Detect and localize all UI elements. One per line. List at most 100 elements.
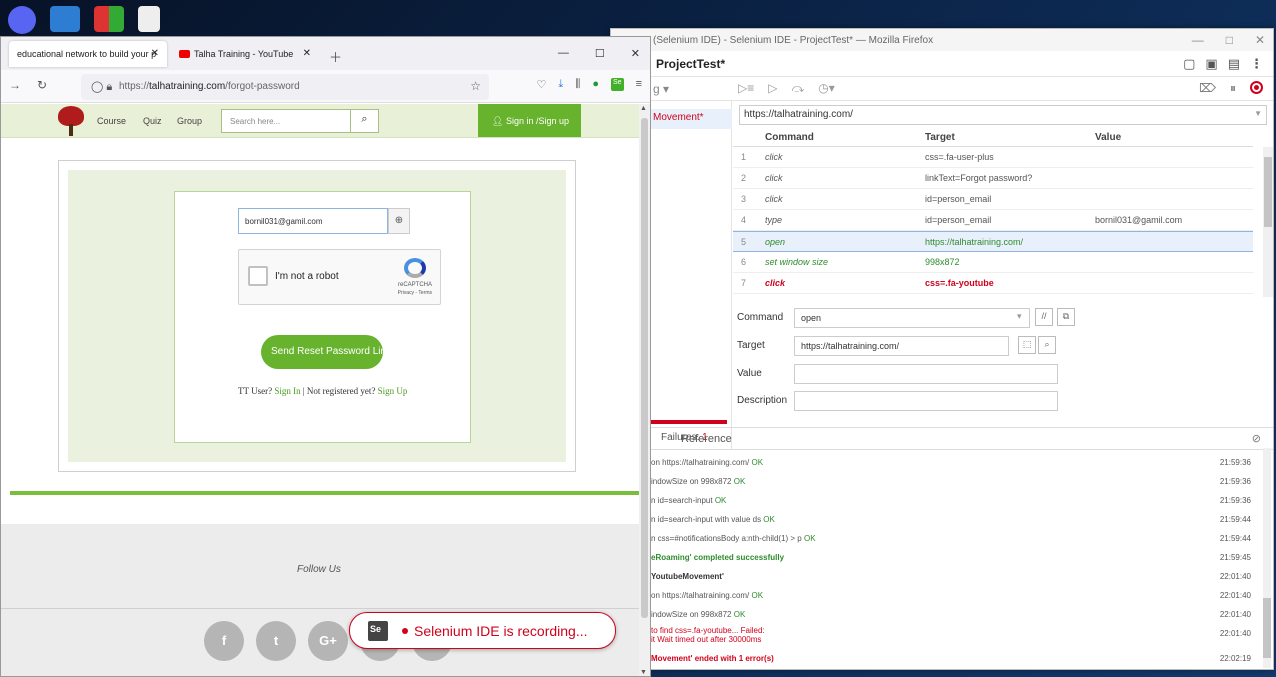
- command-name: click: [765, 278, 786, 288]
- more-menu-icon[interactable]: ⋮: [1250, 56, 1263, 72]
- tab-reference[interactable]: Reference: [681, 433, 732, 445]
- site-footer: Follow Us f t G+ in ...: [1, 524, 641, 676]
- discord-icon[interactable]: [8, 6, 36, 34]
- nav-course[interactable]: Course: [97, 116, 126, 126]
- extension-icon[interactable]: ●: [592, 78, 599, 91]
- log-scrollbar[interactable]: [1263, 448, 1271, 668]
- command-table-scrollbar[interactable]: [1263, 147, 1273, 297]
- maximize-icon[interactable]: ☐: [595, 47, 605, 60]
- command-row[interactable]: 6 set window size 998x872: [733, 252, 1253, 273]
- bookmark-star-icon[interactable]: ☆: [470, 79, 481, 93]
- log-entry-error-summary: Movement' ended with 1 error(s) 22:02:19: [651, 654, 1251, 663]
- facebook-icon[interactable]: f: [204, 621, 244, 661]
- reload-icon[interactable]: ↻: [37, 78, 47, 92]
- pause-exceptions-icon[interactable]: ⏸: [1230, 81, 1236, 96]
- recaptcha-checkbox[interactable]: [248, 266, 268, 286]
- nav-quiz[interactable]: Quiz: [143, 116, 162, 126]
- sign-up-link[interactable]: Sign Up: [378, 386, 408, 396]
- target-input[interactable]: https://talhatraining.com/: [794, 336, 1009, 356]
- sign-in-link[interactable]: Sign In: [274, 386, 300, 396]
- app-icon[interactable]: [94, 6, 124, 32]
- new-project-icon[interactable]: ▢: [1183, 56, 1195, 72]
- clear-log-icon[interactable]: ⊘: [1252, 432, 1261, 445]
- recaptcha-terms[interactable]: Privacy - Terms: [398, 290, 432, 296]
- command-row-selected[interactable]: 5 open https://talhatraining.com/: [733, 231, 1253, 252]
- chevron-down-icon[interactable]: ▼: [1254, 109, 1262, 118]
- minimize-icon[interactable]: —: [558, 47, 569, 60]
- address-bar[interactable]: ◯ 🔒︎ https://talhatraining.com/forgot-pa…: [81, 74, 489, 100]
- menu-icon[interactable]: ≡: [636, 78, 642, 91]
- google-plus-icon[interactable]: G+: [308, 621, 348, 661]
- twitter-icon[interactable]: t: [256, 621, 296, 661]
- command-row[interactable]: 2 click linkText=Forgot password?: [733, 168, 1253, 189]
- command-row-failed[interactable]: 7 click css=.fa-youtube: [733, 273, 1253, 294]
- record-icon[interactable]: [1250, 81, 1263, 94]
- chevron-down-icon[interactable]: ▾: [1017, 311, 1022, 322]
- close-tab-icon[interactable]: ✕: [151, 48, 159, 59]
- disable-breakpoints-icon[interactable]: ⌦: [1199, 81, 1216, 96]
- command-row[interactable]: 3 click id=person_email: [733, 189, 1253, 210]
- select-target-icon[interactable]: ⬚: [1018, 336, 1036, 354]
- search-icon[interactable]: ⌕: [350, 110, 378, 132]
- description-input[interactable]: [794, 391, 1058, 411]
- tab-talhatraining[interactable]: educational network to build your p ✕: [9, 41, 167, 67]
- file-icon[interactable]: [138, 6, 160, 32]
- lock-icon[interactable]: 🔒︎: [106, 81, 112, 93]
- value-input[interactable]: [794, 364, 1058, 384]
- toggle-comment-icon[interactable]: //: [1035, 308, 1053, 326]
- step-over-icon[interactable]: ⤼: [791, 81, 804, 96]
- desktop-icons: [0, 0, 168, 34]
- site-logo[interactable]: [56, 106, 86, 136]
- close-tab-icon[interactable]: ✕: [303, 48, 311, 59]
- log-entry: indowSize on 998x872 OK 22:01:40: [651, 610, 1251, 619]
- email-field[interactable]: bornil031@gamil.com: [238, 208, 388, 234]
- value-label: Value: [737, 368, 762, 379]
- forward-icon[interactable]: →: [9, 78, 21, 92]
- run-all-tests-icon[interactable]: ▷≡: [738, 81, 754, 96]
- sign-in-button[interactable]: 👤︎ Sign in /Sign up: [478, 104, 581, 137]
- tab-youtube[interactable]: Talha Training - YouTube ✕: [171, 41, 319, 67]
- shield-icon[interactable]: ◯: [91, 81, 103, 93]
- chevron-down-icon[interactable]: ▼: [640, 669, 647, 676]
- speed-icon[interactable]: ◷▾: [818, 81, 835, 96]
- command-input[interactable]: open: [794, 308, 1030, 328]
- log-entry-test-start: YoutubeMovement' 22:01:40: [651, 572, 1251, 581]
- user-plus-icon: 👤︎: [492, 116, 504, 126]
- close-icon[interactable]: ✕: [1255, 33, 1265, 47]
- open-project-icon[interactable]: ▣: [1205, 56, 1217, 72]
- target-label: Target: [737, 340, 765, 351]
- command-value: bornil031@gamil.com: [1095, 215, 1183, 225]
- search-input[interactable]: Search here...: [230, 117, 280, 126]
- log-entry: indowSize on 998x872 OK 21:59:36: [651, 477, 1251, 486]
- chevron-up-icon[interactable]: ▲: [640, 105, 647, 112]
- new-tab-icon[interactable]: ＋: [329, 47, 342, 66]
- selenium-ide-extension-icon[interactable]: Se: [611, 78, 624, 91]
- save-project-icon[interactable]: ▤: [1228, 56, 1240, 72]
- follow-us-heading: Follow Us: [297, 564, 341, 575]
- log-entry: n id=search-input with value ds OK 21:59:…: [651, 515, 1251, 524]
- log-entry: n css=#notificationsBody a:nth-child(1) …: [651, 534, 1251, 543]
- close-icon[interactable]: ✕: [631, 47, 640, 60]
- command-name: set window size: [765, 257, 829, 267]
- page-scrollbar[interactable]: ▲ ▼: [639, 104, 650, 676]
- nav-group[interactable]: Group: [177, 116, 202, 126]
- library-icon[interactable]: ⫼: [575, 78, 580, 91]
- maximize-icon[interactable]: □: [1226, 33, 1233, 47]
- downloads-icon[interactable]: ⤓: [558, 78, 563, 91]
- find-target-icon[interactable]: ⌕: [1038, 336, 1056, 354]
- command-row[interactable]: 1 click css=.fa-user-plus: [733, 147, 1253, 168]
- pocket-icon[interactable]: ♡: [537, 78, 547, 91]
- open-reference-icon[interactable]: ⧉: [1057, 308, 1075, 326]
- recaptcha-brand: reCAPTCHA: [397, 282, 432, 288]
- run-current-test-icon[interactable]: ▷: [768, 81, 777, 96]
- app-icon[interactable]: [50, 6, 80, 32]
- site-search: Search here... ⌕: [221, 109, 379, 133]
- command-name: open: [765, 236, 786, 247]
- column-value: Value: [1095, 132, 1122, 143]
- send-reset-link-button[interactable]: Send Reset Password Link: [261, 335, 383, 369]
- minimize-icon[interactable]: —: [1192, 33, 1204, 47]
- column-command: Command: [765, 132, 814, 143]
- base-url-input[interactable]: https://talhatraining.com/ ▼: [739, 105, 1267, 125]
- recording-banner[interactable]: Se Selenium IDE is recording...: [349, 612, 616, 649]
- command-row[interactable]: 4 type id=person_email bornil031@gamil.c…: [733, 210, 1253, 231]
